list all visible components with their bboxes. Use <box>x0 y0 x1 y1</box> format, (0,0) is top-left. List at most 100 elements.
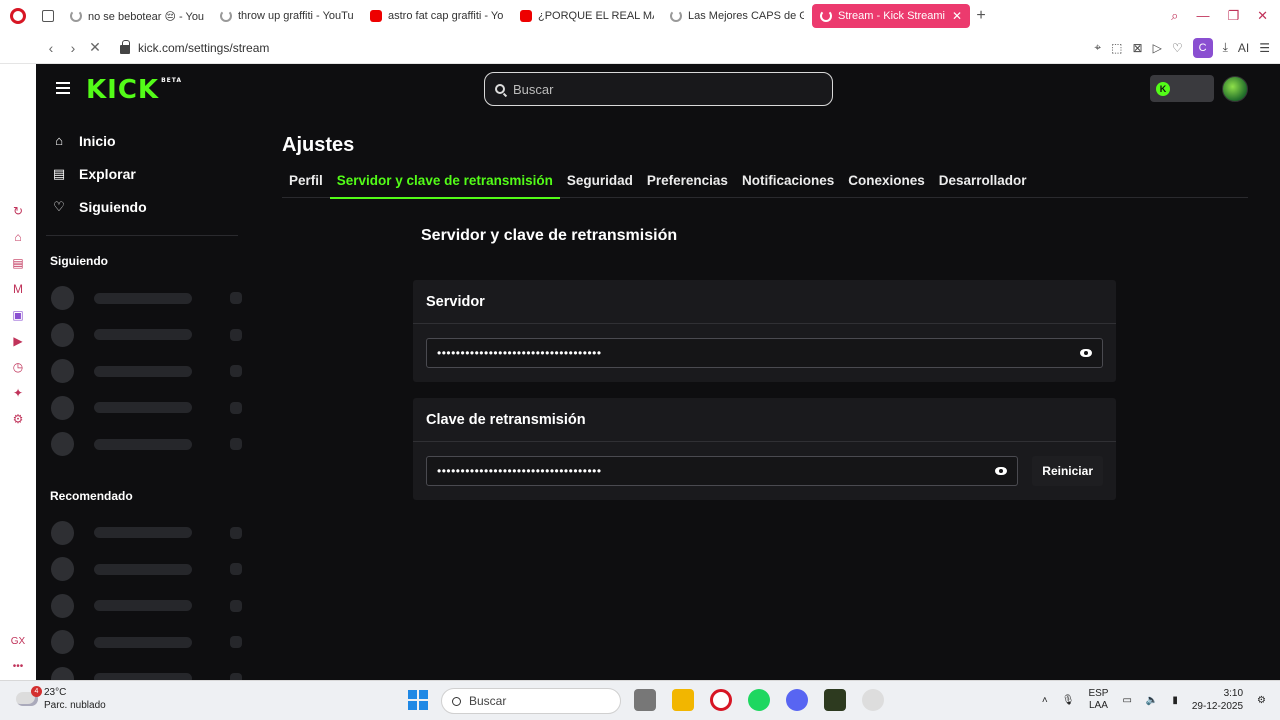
language-indicator[interactable]: ESP LAA <box>1088 688 1108 712</box>
browser-tab[interactable]: no se bebotear 😔 - You <box>62 4 212 28</box>
stream-key-field[interactable]: ••••••••••••••••••••••••••••••••••• <box>426 456 1019 486</box>
back-icon[interactable]: ‹ <box>40 40 62 56</box>
download-icon[interactable]: ⤓ <box>1223 40 1228 55</box>
snapshot-icon[interactable]: ⬚ <box>1111 41 1122 55</box>
sidebar-item-label: Inicio <box>79 132 116 149</box>
sidebar-item-siguiendo[interactable]: ♡ Siguiendo <box>36 190 242 223</box>
browser-tab-active[interactable]: Stream - Kick Streami ✕ <box>812 4 970 28</box>
following-heading: Siguiendo <box>50 254 108 268</box>
task-view-icon[interactable] <box>634 689 656 711</box>
tab-title: ¿PORQUE EL REAL MAD <box>538 10 654 22</box>
eye-icon[interactable] <box>995 467 1008 475</box>
store-icon[interactable]: ⌂ <box>11 230 25 244</box>
browser-tab[interactable] <box>36 4 62 28</box>
ai-button[interactable]: AI <box>1238 41 1249 55</box>
browser-tab[interactable]: ¿PORQUE EL REAL MAD <box>512 4 662 28</box>
opera-icon[interactable] <box>710 689 732 711</box>
history-icon[interactable]: ◷ <box>11 360 25 374</box>
chevron-up-icon[interactable]: ˄ <box>1042 695 1048 706</box>
reset-key-button[interactable]: Reiniciar <box>1032 456 1103 486</box>
youtube-icon <box>520 10 532 22</box>
browser-tab[interactable]: astro fat cap graffiti - Yo <box>362 4 512 28</box>
forward-icon[interactable]: › <box>62 40 84 56</box>
mail-icon[interactable]: M <box>11 282 25 296</box>
extensions-icon[interactable]: ✦ <box>11 386 25 400</box>
opera-gx-icon[interactable] <box>862 689 884 711</box>
spinner-icon <box>220 10 232 22</box>
tab-desarrollador[interactable]: Desarrollador <box>932 173 1034 198</box>
address-bar: ‹ › ✕ kick.com/settings/stream ⌖ ⬚ ⊠ ▷ ♡… <box>0 32 1280 64</box>
settings-icon[interactable]: ⚙ <box>1257 695 1266 706</box>
weather-widget[interactable]: 4 23°C Parc. nublado <box>16 686 106 712</box>
volume-icon[interactable]: 🔈 <box>1146 695 1158 706</box>
taskbar-search[interactable]: Buscar <box>441 688 621 714</box>
kick-logo[interactable]: KICK BETA <box>86 75 182 105</box>
microphone-icon[interactable]: 🎙 <box>1062 695 1075 706</box>
url-text: kick.com/settings/stream <box>138 40 270 55</box>
recommended-heading: Recomendado <box>50 488 133 503</box>
clock[interactable]: 3:10 29-12-2025 <box>1192 687 1243 713</box>
network-icon[interactable]: ▭ <box>1122 695 1131 706</box>
sidebar-item-label: Siguiendo <box>79 198 147 215</box>
close-window-icon[interactable]: ✕ <box>1257 8 1268 24</box>
tab-title: Stream - Kick Streami <box>838 10 945 22</box>
start-icon[interactable] <box>408 690 428 710</box>
hamburger-menu-icon[interactable] <box>56 82 70 94</box>
taskbar-search-label: Buscar <box>469 694 507 708</box>
channel-skeleton <box>36 317 242 354</box>
new-tab-button[interactable]: + <box>970 7 992 25</box>
opera-logo-icon[interactable] <box>0 0 36 32</box>
settings-icon[interactable]: ⚙ <box>11 412 25 426</box>
user-avatar[interactable] <box>1222 76 1248 102</box>
search-input[interactable] <box>513 81 813 97</box>
sidebar-item-inicio[interactable]: ⌂ Inicio <box>36 124 242 157</box>
heart-icon[interactable]: ♡ <box>1172 41 1183 55</box>
search-bar[interactable] <box>484 72 833 106</box>
settings-content: Ajustes Perfil Servidor y clave de retra… <box>282 114 1248 500</box>
speed-dial-icon[interactable]: ↻ <box>11 204 25 218</box>
file-explorer-icon[interactable] <box>672 689 694 711</box>
home-icon: ⌂ <box>55 133 63 148</box>
eye-icon[interactable] <box>1080 349 1092 357</box>
system-tray: ˄ 🎙 ESP LAA ▭ 🔈 ▮ 3:10 29-12-2025 ⚙ <box>1042 687 1266 713</box>
sidebar-item-explorar[interactable]: ▤ Explorar <box>36 157 242 190</box>
spotify-icon[interactable] <box>748 689 770 711</box>
restore-icon[interactable]: ❐ <box>1227 8 1239 24</box>
page-title: Ajustes <box>282 134 355 156</box>
heart-icon: ♡ <box>53 198 65 214</box>
tab-conexiones[interactable]: Conexiones <box>841 173 932 198</box>
tab-perfil[interactable]: Perfil <box>282 173 330 198</box>
channel-skeleton <box>36 588 242 625</box>
tab-servidor-y-clave[interactable]: Servidor y clave de retransmisión <box>329 173 560 199</box>
player-icon[interactable]: ▶ <box>11 334 25 348</box>
reload-icon[interactable]: ✕ <box>84 39 106 56</box>
discord-icon[interactable] <box>786 689 808 711</box>
server-field[interactable]: ••••••••••••••••••••••••••••••••••• <box>426 338 1103 368</box>
pin-icon[interactable]: ⌖ <box>1094 40 1101 55</box>
battery-icon[interactable]: ▮ <box>1172 695 1178 706</box>
play-icon[interactable]: ▷ <box>1153 41 1162 55</box>
explore-icon: ▤ <box>52 165 66 181</box>
tab-preferencias[interactable]: Preferencias <box>640 173 735 198</box>
opera-sidebar: ↻ ⌂ ▤ M ▣ ▶ ◷ ✦ ⚙ GX ••• <box>0 64 36 680</box>
weather-icon: 4 <box>16 686 42 706</box>
server-value: ••••••••••••••••••••••••••••••••••• <box>437 346 602 360</box>
profile-avatar[interactable]: C <box>1192 37 1213 58</box>
browser-tab[interactable]: Las Mejores CAPS de G <box>662 4 812 28</box>
gx-icon[interactable]: GX <box>11 636 25 647</box>
tab-notificaciones[interactable]: Notificaciones <box>735 173 841 198</box>
more-icon[interactable]: ••• <box>13 661 24 672</box>
minimize-icon[interactable]: — <box>1196 8 1209 24</box>
close-tab-icon[interactable]: ✕ <box>952 9 962 23</box>
tab-title: throw up graffiti - YouTu <box>238 10 354 22</box>
url-field[interactable]: kick.com/settings/stream <box>120 39 270 55</box>
browser-tab[interactable]: throw up graffiti - YouTu <box>212 4 362 28</box>
menu-icon[interactable]: ☰ <box>1259 41 1270 55</box>
tab-seguridad[interactable]: Seguridad <box>560 173 640 198</box>
adblock-icon[interactable]: ⊠ <box>1133 41 1143 55</box>
search-tabs-icon[interactable]: ⌕ <box>1171 8 1178 24</box>
kick-points-button[interactable]: K <box>1150 75 1214 102</box>
game-icon[interactable] <box>824 689 846 711</box>
twitch-icon[interactable]: ▣ <box>11 308 25 322</box>
news-icon[interactable]: ▤ <box>11 256 25 270</box>
